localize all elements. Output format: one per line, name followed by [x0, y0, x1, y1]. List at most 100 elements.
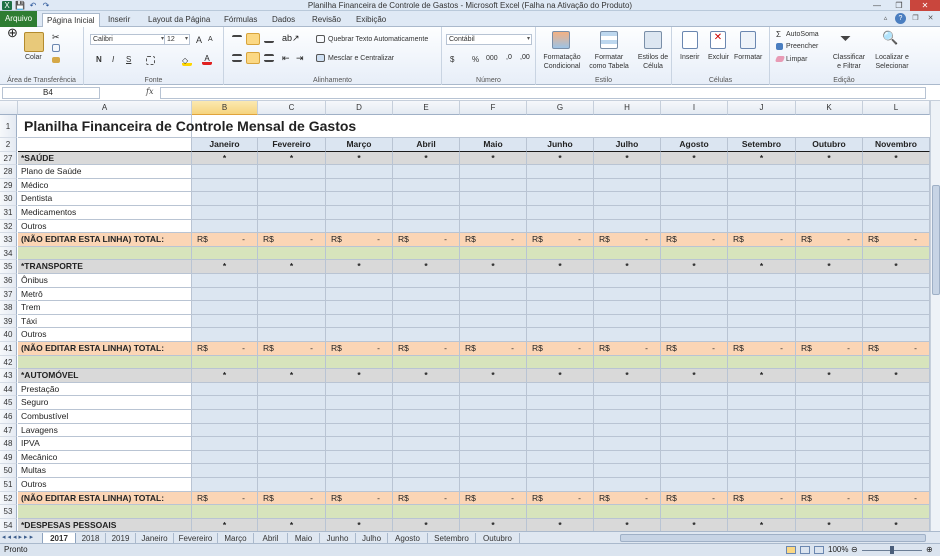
expense-value-cell[interactable] — [393, 437, 460, 451]
expense-value-cell[interactable] — [460, 178, 527, 193]
column-header-k[interactable]: K — [796, 101, 863, 115]
conditional-formatting-button[interactable]: Formatação Condicional — [540, 53, 584, 71]
expense-value-cell[interactable] — [393, 382, 460, 397]
section-marker[interactable]: * — [258, 369, 326, 383]
total-value-cell[interactable]: R$ - — [192, 491, 258, 506]
expense-value-cell[interactable] — [796, 478, 863, 492]
format-cells-button[interactable]: Formatar — [734, 54, 762, 61]
expense-value-cell[interactable] — [393, 206, 460, 220]
expense-value-cell[interactable] — [728, 478, 796, 492]
expense-value-cell[interactable] — [594, 478, 661, 492]
format-as-table-icon[interactable] — [600, 31, 618, 49]
expense-value-cell[interactable] — [460, 437, 527, 451]
cut-icon[interactable]: ✂ — [52, 32, 60, 43]
autosum-button[interactable]: AutoSoma — [786, 31, 819, 38]
section-marker[interactable]: * — [192, 260, 258, 274]
expense-item-label[interactable]: Multas — [18, 464, 192, 478]
expense-value-cell[interactable] — [326, 314, 393, 329]
expense-value-cell[interactable] — [326, 464, 393, 478]
column-header-e[interactable]: E — [393, 101, 460, 115]
expense-value-cell[interactable] — [192, 423, 258, 438]
expense-value-cell[interactable] — [460, 192, 527, 206]
month-header[interactable]: Março — [326, 138, 393, 152]
font-size-select[interactable]: 12 — [164, 34, 190, 45]
row-header[interactable]: 36 — [0, 274, 17, 288]
row-header[interactable]: 39 — [0, 314, 17, 329]
section-marker[interactable]: * — [393, 369, 460, 383]
expense-value-cell[interactable] — [460, 219, 527, 234]
expense-item-label[interactable]: Trem — [18, 301, 192, 315]
sort-filter-icon[interactable]: ⏷ — [840, 30, 851, 47]
spacer-cell[interactable] — [661, 246, 728, 261]
expense-value-cell[interactable] — [393, 328, 460, 342]
expense-value-cell[interactable] — [661, 301, 728, 315]
expense-value-cell[interactable] — [728, 437, 796, 451]
cell[interactable] — [796, 115, 863, 138]
section-header[interactable]: *TRANSPORTE — [18, 260, 192, 274]
minimize-button[interactable]: — — [866, 0, 888, 11]
total-value-cell[interactable]: R$ - — [728, 491, 796, 506]
expense-value-cell[interactable] — [728, 423, 796, 438]
fill-color-icon[interactable]: ◇ — [182, 56, 192, 66]
expense-value-cell[interactable] — [728, 206, 796, 220]
spacer-cell[interactable] — [326, 246, 393, 261]
tab-layout-da-pagina[interactable]: Layout da Página — [144, 13, 214, 27]
cell[interactable] — [527, 115, 594, 138]
italic-button[interactable]: I — [112, 55, 114, 64]
normal-view-icon[interactable] — [786, 546, 796, 554]
expense-value-cell[interactable] — [661, 274, 728, 288]
expense-item-label[interactable]: Medicamentos — [18, 206, 192, 220]
minimize-ribbon-icon[interactable]: ▵ — [880, 13, 891, 24]
cell-styles-button[interactable]: Estilos de Célula — [634, 53, 672, 71]
vertical-scrollbar[interactable] — [930, 101, 940, 531]
section-marker[interactable]: * — [594, 260, 661, 274]
row-header[interactable]: 43 — [0, 369, 17, 383]
expense-value-cell[interactable] — [661, 219, 728, 234]
close-button[interactable]: ✕ — [910, 0, 940, 11]
spacer-cell[interactable] — [326, 355, 393, 370]
section-marker[interactable]: * — [661, 369, 728, 383]
help-icon[interactable]: ? — [895, 13, 906, 24]
expense-value-cell[interactable] — [527, 219, 594, 234]
cell[interactable] — [863, 115, 930, 138]
column-header-h[interactable]: H — [594, 101, 661, 115]
expense-value-cell[interactable] — [796, 382, 863, 397]
row-header[interactable]: 33 — [0, 233, 17, 247]
expense-value-cell[interactable] — [863, 437, 930, 451]
formula-input[interactable] — [160, 87, 926, 99]
expense-value-cell[interactable] — [661, 314, 728, 329]
expense-value-cell[interactable] — [527, 382, 594, 397]
total-value-cell[interactable]: R$ - — [326, 491, 393, 506]
expense-value-cell[interactable] — [527, 206, 594, 220]
expense-value-cell[interactable] — [527, 396, 594, 410]
expense-value-cell[interactable] — [728, 382, 796, 397]
spacer-cell[interactable] — [594, 246, 661, 261]
section-marker[interactable]: * — [661, 151, 728, 166]
section-marker[interactable]: * — [728, 151, 796, 166]
expense-value-cell[interactable] — [393, 178, 460, 193]
orientation-icon[interactable]: ab↗ — [282, 33, 300, 44]
expense-value-cell[interactable] — [661, 178, 728, 193]
expense-value-cell[interactable] — [192, 287, 258, 302]
expense-value-cell[interactable] — [594, 287, 661, 302]
expense-value-cell[interactable] — [728, 396, 796, 410]
section-marker[interactable]: * — [796, 151, 863, 166]
expense-item-label[interactable]: Dentista — [18, 192, 192, 206]
expense-value-cell[interactable] — [796, 464, 863, 478]
select-all-corner[interactable] — [0, 101, 18, 115]
expense-value-cell[interactable] — [258, 178, 326, 193]
percent-button[interactable]: % — [472, 55, 479, 64]
expense-value-cell[interactable] — [728, 219, 796, 234]
expense-value-cell[interactable] — [661, 423, 728, 438]
align-center-icon[interactable] — [246, 52, 260, 64]
spacer-cell[interactable] — [192, 505, 258, 519]
expense-value-cell[interactable] — [460, 301, 527, 315]
expense-value-cell[interactable] — [192, 396, 258, 410]
total-value-cell[interactable]: R$ - — [460, 233, 527, 247]
expense-value-cell[interactable] — [863, 423, 930, 438]
expense-value-cell[interactable] — [258, 274, 326, 288]
row-header[interactable]: 28 — [0, 165, 17, 179]
section-marker[interactable]: * — [393, 151, 460, 166]
spacer-cell[interactable] — [393, 246, 460, 261]
expense-value-cell[interactable] — [460, 464, 527, 478]
